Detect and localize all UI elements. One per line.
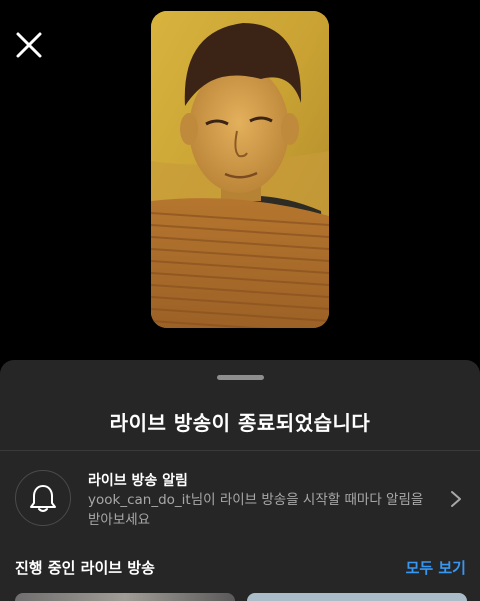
live-thumbnail[interactable] — [15, 593, 235, 601]
notification-description: yook_can_do_it님이 라이브 방송을 시작할 때마다 알림을 받아보… — [88, 490, 428, 530]
notification-username: yook_can_do_it — [88, 492, 191, 508]
bell-icon-circle — [15, 470, 71, 526]
sheet-grabber[interactable] — [217, 375, 264, 380]
bottom-sheet: 라이브 방송이 종료되었습니다 라이브 방송 알림 yook_can_do_it… — [0, 360, 480, 601]
divider — [0, 450, 480, 451]
live-notification-row[interactable]: 라이브 방송 알림 yook_can_do_it님이 라이브 방송을 시작할 때… — [0, 456, 480, 544]
live-thumbnail[interactable] — [247, 593, 467, 601]
live-video-preview — [151, 11, 329, 328]
notification-title: 라이브 방송 알림 — [88, 473, 188, 489]
sheet-title: 라이브 방송이 종료되었습니다 — [109, 411, 371, 435]
close-icon[interactable] — [14, 30, 44, 60]
see-all-link[interactable]: 모두 보기 — [406, 557, 466, 578]
chevron-right-icon — [451, 491, 461, 507]
bell-icon — [30, 485, 56, 512]
live-ended-screen: 라이브 방송이 종료되었습니다 라이브 방송 알림 yook_can_do_it… — [0, 0, 480, 601]
live-section-title: 진행 중인 라이브 방송 — [15, 559, 155, 577]
